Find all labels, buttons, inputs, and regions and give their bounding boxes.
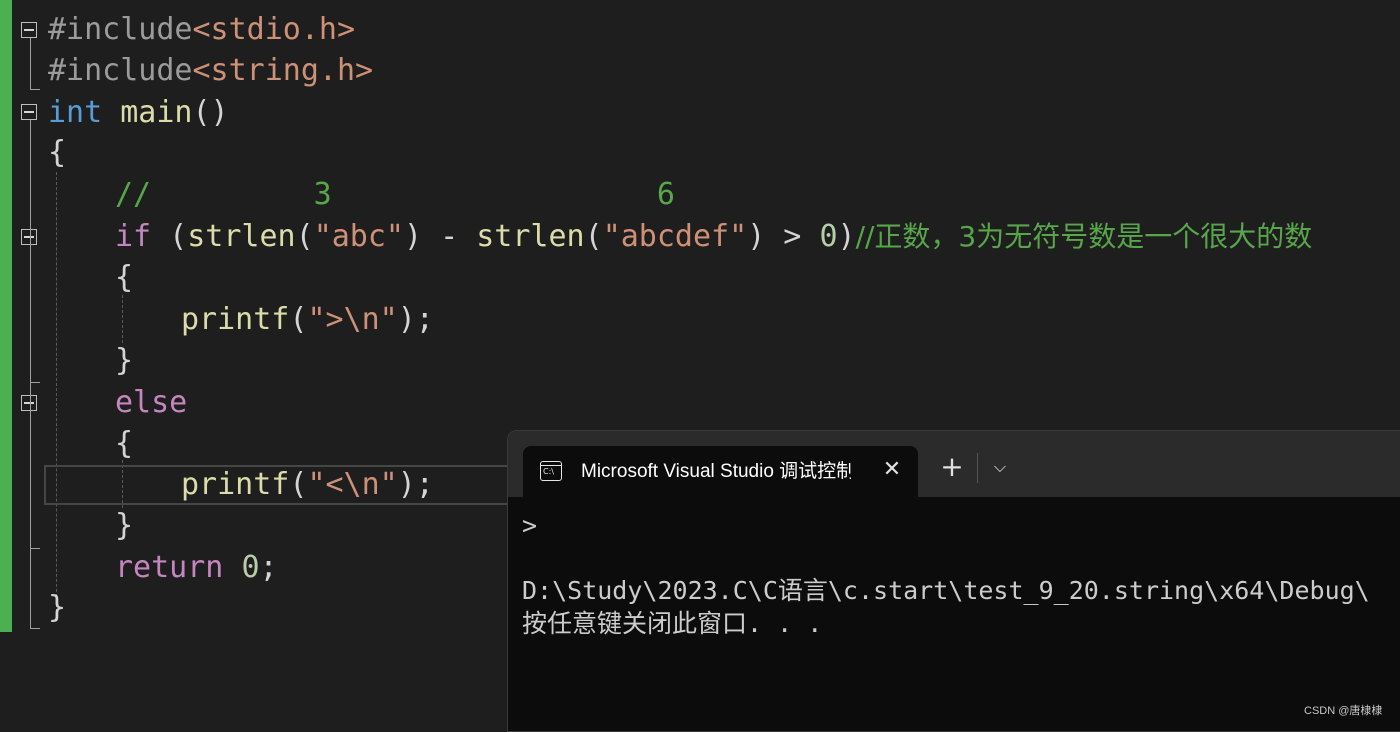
- brace: {: [115, 426, 134, 461]
- outline-line: [30, 38, 31, 89]
- function-name: main: [120, 95, 193, 130]
- code-line-12[interactable]: printf("<\n");: [181, 465, 434, 505]
- code-line-10[interactable]: else: [115, 383, 187, 423]
- function-name: printf: [181, 302, 290, 337]
- punctuation: (: [151, 219, 188, 254]
- brace: }: [48, 590, 67, 625]
- header-name: <stdio.h>: [192, 12, 356, 47]
- string-literal: "abc": [313, 219, 404, 254]
- tab-title: Microsoft Visual Studio 调试控制台: [581, 461, 851, 482]
- function-name: strlen: [187, 219, 296, 254]
- outline-line: [30, 382, 40, 383]
- header-name: <string.h>: [192, 53, 374, 88]
- fold-collapse-icon[interactable]: [21, 229, 37, 245]
- fold-collapse-icon[interactable]: [21, 22, 37, 38]
- punctuation: (: [289, 467, 308, 502]
- code-line-4[interactable]: {: [48, 133, 66, 173]
- outline-line: [30, 628, 40, 629]
- terminal-icon: C:\: [540, 461, 562, 481]
- code-line-5[interactable]: // 3 6: [115, 175, 675, 215]
- punctuation: ): [837, 219, 856, 254]
- brace: {: [48, 135, 67, 170]
- code-line-11[interactable]: {: [115, 424, 133, 464]
- code-line-9[interactable]: }: [115, 341, 133, 381]
- number-literal: 0: [241, 550, 260, 585]
- new-tab-button[interactable]: +: [938, 453, 966, 481]
- string-literal: "abcdef": [602, 219, 748, 254]
- number-literal: 0: [819, 219, 838, 254]
- tab-separator: [977, 453, 978, 483]
- string-literal: "<\n": [307, 467, 398, 502]
- control-keyword: return: [115, 550, 224, 585]
- brace: {: [115, 260, 134, 295]
- fold-collapse-icon[interactable]: [21, 395, 37, 411]
- outline-line: [30, 89, 40, 90]
- punctuation: ;: [259, 550, 278, 585]
- string-literal: ">\n": [307, 302, 398, 337]
- comment: // 3 6: [115, 177, 675, 212]
- punctuation: );: [397, 302, 434, 337]
- outline-line: [30, 548, 40, 549]
- code-line-15[interactable]: }: [48, 588, 66, 628]
- punctuation: (): [192, 95, 229, 130]
- close-icon[interactable]: ✕: [880, 458, 904, 482]
- console-output-prompt: >: [522, 511, 538, 540]
- outline-line: [30, 120, 31, 628]
- terminal-tab-strip: C:\ Microsoft Visual Studio 调试控制台 ✕ + ⌵: [508, 431, 1400, 497]
- indent-guide: [56, 172, 57, 612]
- code-line-2[interactable]: #include<string.h>: [48, 51, 373, 91]
- punctuation: ) -: [404, 219, 477, 254]
- control-keyword: else: [115, 385, 188, 420]
- punctuation: );: [397, 467, 434, 502]
- punctuation: (: [295, 219, 314, 254]
- fold-collapse-icon[interactable]: [21, 104, 37, 120]
- include-directive: #include: [48, 12, 193, 47]
- terminal-tab[interactable]: C:\ Microsoft Visual Studio 调试控制台 ✕: [523, 446, 918, 497]
- terminal-icon-label: C:\: [543, 467, 554, 476]
- brace: }: [115, 508, 134, 543]
- chevron-down-icon[interactable]: ⌵: [988, 453, 1012, 481]
- debug-console-window[interactable]: C:\ Microsoft Visual Studio 调试控制台 ✕ + ⌵ …: [507, 430, 1400, 732]
- change-indicator-bar: [0, 0, 12, 632]
- console-output-exit-message: 按任意键关闭此窗口. . .: [522, 609, 823, 638]
- indent-guide: [122, 295, 123, 343]
- punctuation: ) >: [747, 219, 820, 254]
- code-line-3[interactable]: int main(): [48, 93, 229, 133]
- code-line-14[interactable]: return 0;: [115, 548, 278, 588]
- include-directive: #include: [48, 53, 193, 88]
- comment: //正数，3为无符号数是一个很大的数: [855, 220, 1313, 253]
- control-keyword: if: [115, 219, 152, 254]
- code-line-8[interactable]: printf(">\n");: [181, 300, 434, 340]
- watermark: CSDN @唐棣棣: [1304, 705, 1383, 717]
- function-name: strlen: [476, 219, 585, 254]
- brace: }: [115, 343, 134, 378]
- code-line-13[interactable]: }: [115, 506, 133, 546]
- punctuation: (: [584, 219, 603, 254]
- console-output-path: D:\Study\2023.C\C语言\c.start\test_9_20.st…: [522, 576, 1370, 605]
- type-keyword: int: [48, 95, 103, 130]
- punctuation: (: [289, 302, 308, 337]
- code-line-7[interactable]: {: [115, 258, 133, 298]
- function-name: printf: [181, 467, 290, 502]
- code-line-6[interactable]: if (strlen("abc") - strlen("abcdef") > 0…: [115, 217, 1312, 257]
- code-line-1[interactable]: #include<stdio.h>: [48, 10, 355, 50]
